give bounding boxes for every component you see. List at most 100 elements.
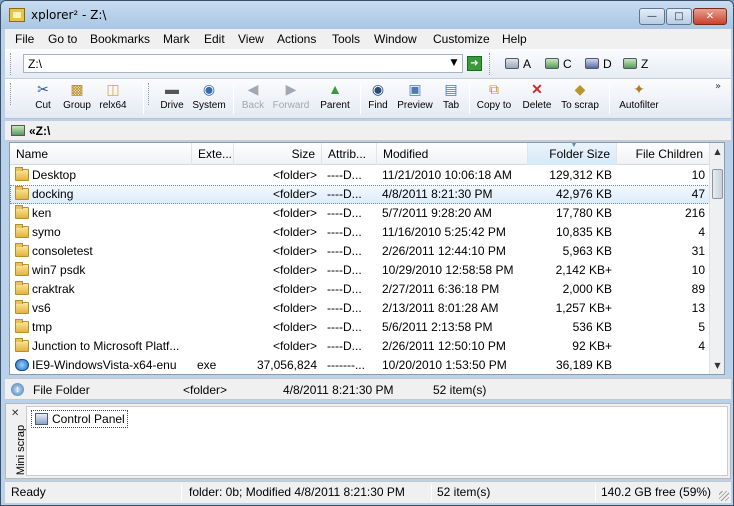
forward-button[interactable]: ▶ Forward — [271, 81, 311, 117]
cell-extension — [192, 337, 234, 356]
toolbar-overflow-chevron-icon[interactable]: » — [715, 81, 721, 92]
window-title: xplorer² - Z:\ — [31, 8, 107, 22]
cell-extension — [192, 204, 234, 223]
cell-file-children-text: 4 — [698, 225, 705, 239]
menu-help[interactable]: Help — [502, 32, 527, 46]
folder-icon — [15, 281, 29, 295]
scroll-up-icon[interactable]: ▲ — [711, 144, 724, 159]
toolbar-grip[interactable] — [10, 83, 13, 105]
table-row[interactable]: tmp <folder> ----D... 5/6/2011 2:13:58 PM 53… — [10, 318, 710, 337]
scroll-thumb[interactable] — [712, 169, 723, 199]
table-row[interactable]: consoletest <folder> ----D... 2/26/2011 12:… — [10, 242, 710, 261]
menu-tools[interactable]: Tools — [332, 32, 360, 46]
forward-arrow-icon: ▶ — [285, 81, 297, 97]
cut-button[interactable]: ✂ Cut — [25, 81, 61, 117]
table-row[interactable]: ken <folder> ----D... 5/7/2011 9:28:20 AM 17… — [10, 204, 710, 223]
system-button[interactable]: ◉ System — [189, 81, 229, 117]
column-modified[interactable]: Modified — [377, 143, 528, 165]
toolbar-grip[interactable] — [10, 53, 13, 75]
system-icon: ◉ — [202, 81, 216, 97]
preview-label: Preview — [397, 100, 433, 111]
cell-attributes-text: ----D... — [327, 187, 362, 201]
table-row[interactable]: vs6 <folder> ----D... 2/13/2011 8:01:28 AM 1… — [10, 299, 710, 318]
file-list[interactable]: Name Exte... Size Attrib... Modified Fol… — [9, 142, 725, 375]
cell-size-text: <folder> — [272, 301, 317, 315]
table-row[interactable]: symo <folder> ----D... 11/16/2010 5:25:42 P… — [10, 223, 710, 242]
drive-a-button[interactable]: A — [505, 57, 531, 71]
menu-customize[interactable]: Customize — [433, 32, 490, 46]
cell-folder-size-text: 2,000 KB — [562, 282, 612, 296]
menu-view[interactable]: View — [238, 32, 264, 46]
menu-edit[interactable]: Edit — [204, 32, 225, 46]
menu-bookmarks[interactable]: Bookmarks — [90, 32, 150, 46]
menu-actions[interactable]: Actions — [277, 32, 316, 46]
folder-icon — [15, 319, 29, 333]
column-file-children[interactable]: File Children — [617, 143, 710, 165]
go-arrow-icon[interactable]: ➜ — [467, 56, 482, 71]
table-row[interactable]: win7 psdk <folder> ----D... 10/29/2010 12:5… — [10, 261, 710, 280]
cell-file-children: 47 — [617, 185, 710, 204]
find-button[interactable]: ◉ Find — [363, 81, 393, 117]
table-row[interactable]: IE9-WindowsVista-x64-enu exe 37,056,824 ---… — [10, 356, 710, 374]
preview-button[interactable]: ▣ Preview — [395, 81, 435, 117]
column-size[interactable]: Size — [234, 143, 322, 165]
menu-window[interactable]: Window — [374, 32, 417, 46]
cell-modified-text: 2/13/2011 8:01:28 AM — [382, 301, 499, 315]
table-row[interactable]: Junction to Microsoft Platf... <folder> --… — [10, 337, 710, 356]
resize-grip[interactable] — [719, 491, 729, 501]
menu-go-to[interactable]: Go to — [48, 32, 77, 46]
title-bar[interactable]: xplorer² - Z:\ — □ ✕ — [1, 1, 733, 29]
cell-attributes-text: -------... — [327, 358, 365, 372]
table-row[interactable]: docking <folder> ----D... 4/8/2011 8:21:30 … — [10, 185, 710, 204]
address-input[interactable]: Z:\ — [23, 54, 463, 73]
status-separator — [431, 484, 432, 501]
to-scrap-button[interactable]: ◆ To scrap — [558, 81, 602, 117]
close-button[interactable]: ✕ — [693, 8, 727, 25]
cell-extension — [192, 299, 234, 318]
toolbar-separator — [469, 84, 470, 114]
delete-button[interactable]: ✕ Delete — [519, 81, 555, 117]
delete-x-icon: ✕ — [531, 81, 543, 97]
drive-d-button[interactable]: D — [585, 57, 612, 71]
cell-attributes: ----D... — [322, 166, 377, 185]
drive-c-button[interactable]: C — [545, 57, 572, 71]
minimize-button[interactable]: — — [639, 8, 665, 25]
vertical-scrollbar[interactable]: ▲ ▼ — [709, 143, 724, 374]
toolbar-grip[interactable] — [489, 53, 492, 75]
cell-attributes: ----D... — [322, 185, 377, 204]
menu-file[interactable]: File — [15, 32, 34, 46]
relx64-button[interactable]: ◫ relx64 — [95, 81, 131, 117]
cell-file-children: 216 — [617, 204, 710, 223]
address-dropdown-icon[interactable]: ▼ — [447, 55, 461, 72]
cell-folder-size: 36,189 KB — [528, 356, 617, 374]
cell-size: <folder> — [234, 318, 322, 337]
column-extension[interactable]: Exte... — [192, 143, 234, 165]
autofilter-button[interactable]: ✦ Autofilter — [615, 81, 663, 117]
menu-mark[interactable]: Mark — [163, 32, 190, 46]
cell-size-text: <folder> — [272, 168, 317, 182]
cell-name-text: IE9-WindowsVista-x64-enu — [32, 358, 177, 372]
drive-button[interactable]: ▬ Drive — [155, 81, 189, 117]
scrap-area[interactable]: Control Panel — [26, 406, 728, 476]
table-row[interactable]: craktrak <folder> ----D... 2/27/2011 6:36:1… — [10, 280, 710, 299]
path-breadcrumb[interactable]: «Z:\ — [29, 124, 50, 138]
scrap-item-control-panel[interactable]: Control Panel — [31, 410, 128, 428]
column-attributes[interactable]: Attrib... — [322, 143, 377, 165]
column-name[interactable]: Name — [10, 143, 192, 165]
network-drive-icon — [623, 58, 637, 69]
status-items: 52 item(s) — [437, 485, 491, 499]
table-row[interactable]: Desktop <folder> ----D... 11/21/2010 10:06:… — [10, 166, 710, 185]
cell-modified: 5/6/2011 2:13:58 PM — [377, 318, 528, 337]
back-button[interactable]: ◀ Back — [237, 81, 269, 117]
copy-to-button[interactable]: ⧉ Copy to — [473, 81, 515, 117]
folder-icon — [15, 300, 29, 314]
drive-z-button[interactable]: Z — [623, 57, 648, 71]
tab-button[interactable]: ▤ Tab — [437, 81, 465, 117]
scrap-item-label: Control Panel — [52, 412, 125, 426]
toolbar-grip[interactable] — [148, 83, 151, 105]
drive-d-label: D — [603, 57, 612, 71]
scroll-down-icon[interactable]: ▼ — [711, 358, 724, 373]
group-button[interactable]: ▩ Group — [59, 81, 95, 117]
maximize-button[interactable]: □ — [666, 8, 692, 25]
parent-button[interactable]: ▲ Parent — [315, 81, 355, 117]
